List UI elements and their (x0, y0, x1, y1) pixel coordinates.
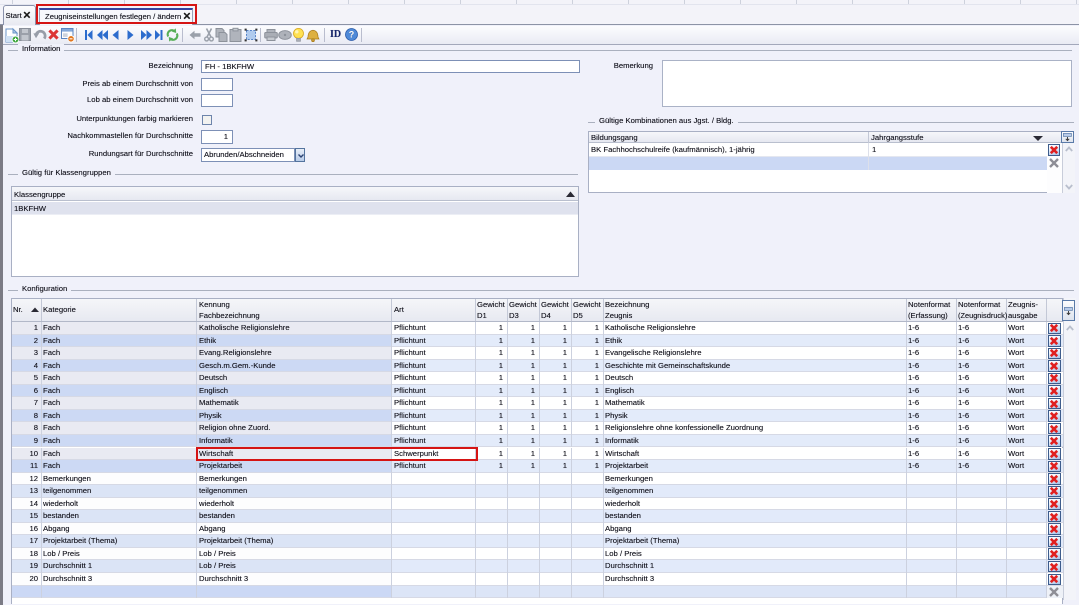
svg-text:?: ? (349, 30, 355, 40)
